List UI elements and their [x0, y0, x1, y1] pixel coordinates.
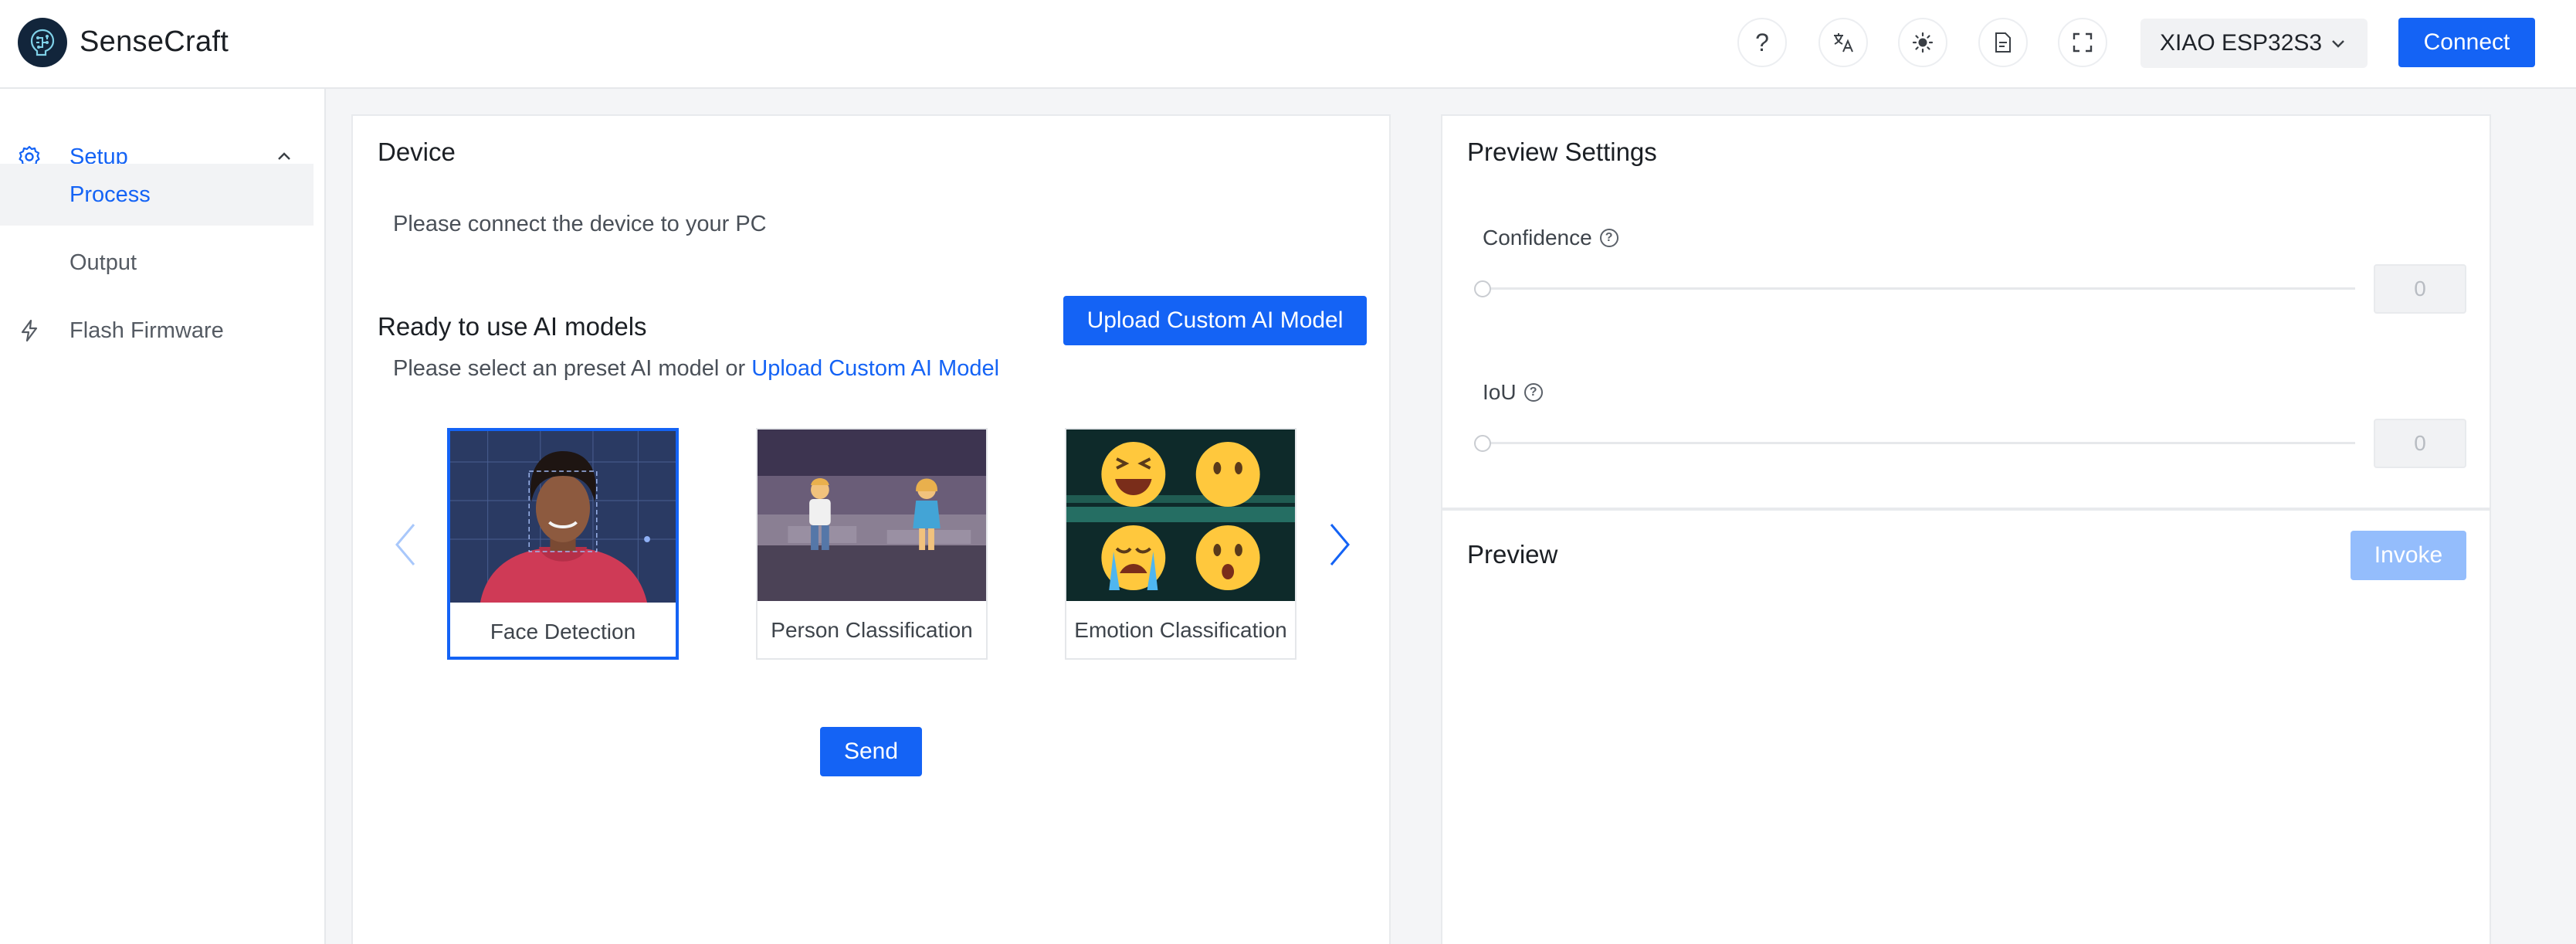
face-detection-thumbnail: [450, 431, 676, 603]
theme-sun-icon: [1912, 32, 1934, 53]
translate-icon: [1834, 33, 1853, 53]
sidebar-item-label: Process: [69, 182, 151, 207]
document-icon: [1995, 32, 2011, 53]
chevron-down-icon: [2332, 40, 2344, 48]
chevron-right-icon: [1330, 524, 1350, 565]
top-header: SenseCraft ? XIAO ESP32S3 Connect: [0, 0, 2576, 89]
model-card-label: Emotion Classification: [1074, 618, 1287, 642]
model-select-prompt: Please select an preset AI model or Uplo…: [393, 356, 999, 382]
sidebar-item-process[interactable]: Process: [0, 164, 314, 226]
fullscreen-icon: [2073, 32, 2093, 53]
models-title: Ready to use AI models: [378, 312, 647, 341]
fullscreen-button[interactable]: [2058, 18, 2107, 67]
emotion-classification-thumbnail: [1066, 430, 1295, 601]
iou-label-text: IoU: [1483, 380, 1517, 404]
device-select[interactable]: XIAO ESP32S3: [2140, 19, 2368, 68]
app-title: SenseCraft: [80, 25, 229, 58]
sensecraft-logo[interactable]: [18, 18, 67, 67]
upload-custom-model-button[interactable]: Upload Custom AI Model: [1063, 296, 1367, 345]
iou-input[interactable]: [2374, 419, 2466, 468]
device-title: Device: [378, 138, 456, 166]
device-status-text: Please connect the device to your PC: [393, 212, 767, 236]
preview-settings-panel: Preview Settings Confidence ? IoU ?: [1441, 114, 2491, 509]
question-icon: ?: [1755, 28, 1769, 56]
confidence-label-text: Confidence: [1483, 226, 1592, 250]
sidebar-item-label: Output: [69, 250, 137, 275]
help-circle-icon[interactable]: ?: [1599, 229, 1618, 247]
connect-button[interactable]: Connect: [2398, 18, 2535, 67]
theme-toggle-button[interactable]: [1898, 18, 1947, 67]
docs-button[interactable]: [1978, 18, 2028, 67]
language-button[interactable]: [1818, 18, 1868, 67]
help-circle-icon[interactable]: ?: [1524, 383, 1543, 402]
upload-custom-model-link[interactable]: Upload Custom AI Model: [751, 356, 999, 381]
preview-panel: Preview Invoke: [1441, 509, 2491, 944]
model-card-face-detection[interactable]: Face Detection: [447, 428, 679, 660]
model-card-label: Person Classification: [771, 618, 973, 642]
model-card-label: Face Detection: [490, 620, 636, 643]
chevron-left-icon: [395, 524, 415, 565]
carousel-next-button[interactable]: [1324, 518, 1355, 572]
sidebar-item-output[interactable]: Output: [0, 232, 314, 294]
device-select-value: XIAO ESP32S3: [2160, 30, 2323, 56]
sidebar-item-label: Flash Firmware: [69, 317, 224, 343]
device-panel: Device Please connect the device to your…: [351, 114, 1391, 944]
iou-slider-thumb[interactable]: [1474, 435, 1491, 452]
carousel-prev-button[interactable]: [390, 518, 421, 572]
model-card-person-classification[interactable]: Person Classification: [756, 428, 988, 660]
confidence-slider-track[interactable]: [1483, 287, 2355, 290]
confidence-label: Confidence ?: [1483, 226, 1618, 250]
help-button[interactable]: ?: [1737, 18, 1787, 67]
iou-label: IoU ?: [1483, 380, 1543, 405]
sidebar: Setup Process Output Flash Firmware: [0, 89, 326, 944]
model-card-emotion-classification[interactable]: Emotion Classification: [1065, 428, 1296, 660]
confidence-input[interactable]: [2374, 264, 2466, 314]
brain-chip-icon: [30, 29, 55, 56]
confidence-slider-thumb[interactable]: [1474, 280, 1491, 297]
iou-slider-track[interactable]: [1483, 442, 2355, 444]
person-classification-thumbnail: [758, 430, 986, 601]
preview-title: Preview: [1467, 540, 1558, 569]
model-select-prompt-text: Please select an preset AI model or: [393, 356, 752, 381]
invoke-button[interactable]: Invoke: [2351, 531, 2466, 580]
preview-settings-title: Preview Settings: [1467, 138, 1657, 166]
lightning-icon: [21, 319, 38, 342]
send-button[interactable]: Send: [820, 727, 922, 776]
sidebar-item-flash-firmware[interactable]: Flash Firmware: [0, 300, 314, 362]
